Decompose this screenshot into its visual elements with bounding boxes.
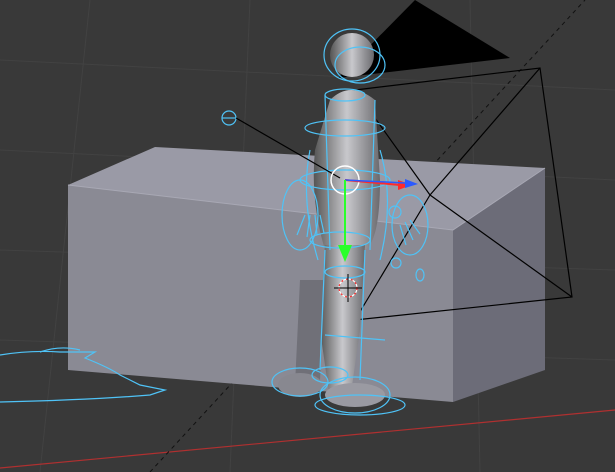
viewport-canvas[interactable] [0,0,615,472]
3d-viewport[interactable] [0,0,615,472]
x-axis-line [0,409,615,469]
